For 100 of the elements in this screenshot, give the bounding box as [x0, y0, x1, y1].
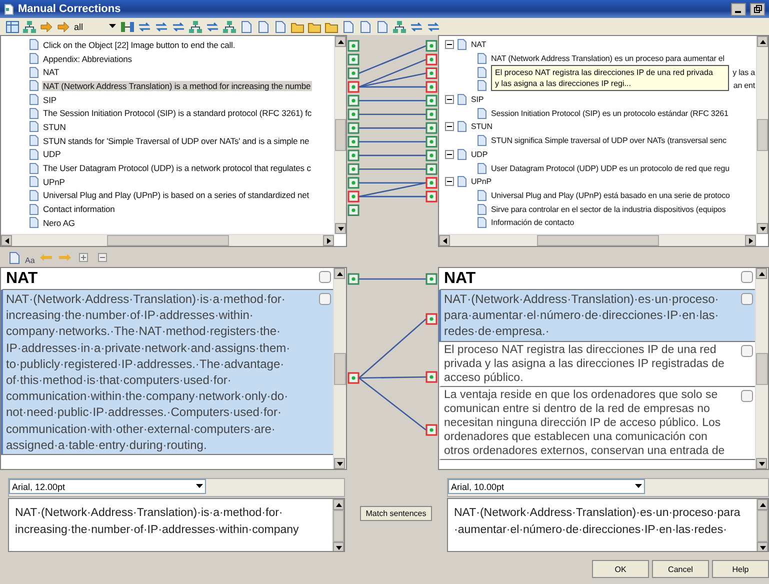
alignment-node[interactable] [348, 163, 360, 175]
alignment-node[interactable] [426, 68, 438, 79]
alignment-node[interactable] [426, 150, 438, 162]
alignment-node[interactable] [426, 54, 438, 66]
scrollbar-thumb[interactable] [757, 510, 768, 542]
alignment-node[interactable] [426, 81, 438, 93]
vertical-scrollbar[interactable] [756, 36, 768, 234]
toolbar-button[interactable] [55, 19, 71, 34]
alignment-node[interactable] [348, 273, 360, 285]
tree-item[interactable]: UDP [470, 150, 489, 159]
tree-item[interactable]: User Datagram Protocol (UDP) UDP es un protocolo de red que regu [490, 164, 730, 173]
scroll-arrow-button[interactable] [757, 542, 768, 551]
toolbar-button[interactable] [38, 19, 54, 34]
alignment-node[interactable] [348, 204, 360, 216]
tree-item[interactable]: Session Initiation Protocol (SIP) es un protocolo estándar (RFC 3261 [490, 108, 730, 118]
alignment-node[interactable] [348, 190, 360, 202]
horizontal-scrollbar[interactable] [1, 234, 334, 246]
alignment-node[interactable] [348, 108, 360, 120]
scrollbar-thumb[interactable] [335, 119, 346, 151]
scroll-arrow-button[interactable] [745, 235, 756, 246]
alignment-node[interactable] [348, 94, 360, 106]
vertical-scrollbar[interactable] [755, 268, 768, 469]
vertical-scrollbar[interactable] [332, 499, 344, 551]
tree-item[interactable]: The User Datagram Protocol (UDP) is a network protocol that regulates c [42, 163, 312, 174]
tree-item[interactable]: Información de contacto [490, 218, 576, 228]
dialog-button[interactable]: Help [712, 560, 769, 578]
scroll-arrow-button[interactable] [756, 268, 767, 279]
toolbar-button[interactable] [21, 19, 37, 34]
collapse-icon[interactable] [445, 40, 454, 50]
scroll-arrow-button[interactable] [334, 458, 345, 469]
target-editor[interactable]: NAT·(Network·Address·Translation)·es·un·proceso·para ·aumentar·el·número·de·direcciones·IP·en·las·redes· [447, 498, 769, 552]
segment-checkbox[interactable] [741, 390, 753, 402]
segment-checkbox[interactable] [741, 293, 753, 305]
tree-item[interactable]: The Session Initiation Protocol (SIP) is a standard protocol (RFC 3261) fc [42, 108, 313, 118]
scrollbar-thumb[interactable] [757, 119, 768, 151]
minimize-button[interactable] [731, 2, 746, 16]
tree-item[interactable]: y las a [732, 68, 756, 77]
scroll-arrow-button[interactable] [757, 499, 768, 510]
tree-item[interactable]: Click on the Object [22] Image button to end the call. [42, 40, 236, 50]
tree-item[interactable]: STUN stands for 'Simple Traversal of UDP over NATs' and is a simple ne [42, 136, 310, 146]
font-button[interactable]: Aa [25, 256, 35, 265]
scrollbar-thumb[interactable] [756, 352, 768, 384]
vertical-scrollbar[interactable] [334, 36, 346, 234]
alignment-node[interactable] [348, 136, 360, 148]
text-segment[interactable] [1, 290, 333, 456]
scroll-arrow-button[interactable] [335, 223, 346, 234]
scroll-arrow-button[interactable] [757, 36, 768, 47]
alignment-node[interactable] [348, 372, 360, 384]
scroll-arrow-button[interactable] [335, 36, 346, 47]
alignment-node[interactable] [348, 68, 360, 79]
scroll-arrow-button[interactable] [1, 235, 12, 246]
scroll-arrow-button[interactable] [323, 235, 334, 246]
tree-item[interactable]: UDP [42, 149, 62, 160]
source-editor[interactable]: NAT·(Network·Address·Translation)·is·a·method·for· increasing·the·number·of·IP·addresses·within·company [8, 498, 345, 552]
tree-item[interactable]: an ent [732, 81, 756, 90]
alignment-node[interactable] [348, 81, 360, 93]
segment-checkbox[interactable] [741, 271, 753, 283]
collapse-icon[interactable] [445, 150, 454, 159]
alignment-node[interactable] [426, 108, 438, 120]
alignment-node[interactable] [426, 424, 438, 436]
scrollbar-thumb[interactable] [334, 352, 346, 384]
dialog-button[interactable]: OK [592, 560, 649, 578]
tree-item[interactable]: NAT (Network Address Translation) es un proceso para aumentar el [490, 54, 726, 64]
tree-item[interactable]: Nero AG [42, 218, 76, 228]
tree-item[interactable]: Contact information [42, 204, 116, 214]
toolbar-button[interactable] [187, 19, 203, 34]
tree-item[interactable]: UPnP [470, 177, 492, 186]
alignment-node[interactable] [426, 190, 438, 202]
alignment-node[interactable] [426, 371, 438, 383]
scroll-arrow-button[interactable] [333, 499, 344, 510]
tree-item[interactable]: SIP [470, 95, 485, 104]
scroll-arrow-button[interactable] [439, 235, 450, 246]
alignment-node[interactable] [426, 94, 438, 106]
toolbar-button[interactable] [4, 19, 20, 34]
segment-checkbox[interactable] [319, 271, 331, 283]
tree-item[interactable]: Universal Plug and Play (UPnP) is based on a series of standardized net [42, 190, 310, 200]
scrollbar-thumb[interactable] [536, 235, 658, 246]
alignment-node[interactable] [426, 163, 438, 175]
alignment-node[interactable] [426, 136, 438, 148]
vertical-scrollbar[interactable] [333, 268, 346, 469]
vertical-scrollbar[interactable] [756, 499, 768, 551]
heading-segment[interactable]: NAT [439, 268, 755, 290]
tree-item[interactable]: STUN significa Simple traversal of UDP over NATs (transversal senc [490, 136, 728, 146]
font-dropdown[interactable]: Arial, 12.00pt [9, 479, 206, 494]
tree-item[interactable]: UPnP [42, 176, 66, 187]
collapse-icon[interactable] [445, 122, 454, 132]
alignment-node[interactable] [348, 54, 360, 66]
tree-item[interactable]: STUN [42, 122, 67, 132]
alignment-node[interactable] [348, 177, 360, 189]
scrollbar-thumb[interactable] [333, 510, 344, 542]
heading-segment[interactable]: NAT [1, 268, 333, 290]
scrollbar-thumb[interactable] [106, 235, 228, 246]
restore-button[interactable] [750, 2, 765, 16]
toolbar-button[interactable] [119, 19, 135, 34]
text-segment[interactable]: NAT·(Network·Address·Translation)·es·un·proceso· para·aumentar·el·número·de·direcciones·IP·en·las· redes·de·empresa.· [439, 290, 755, 342]
tree-item[interactable]: Sirve para controlar en el sector de la industria dispositivos (equipos [490, 204, 727, 214]
tree-item[interactable]: NAT [42, 67, 60, 78]
alignment-node[interactable] [348, 150, 360, 162]
alignment-node[interactable] [348, 122, 360, 134]
toolbar-button[interactable] [221, 19, 237, 34]
